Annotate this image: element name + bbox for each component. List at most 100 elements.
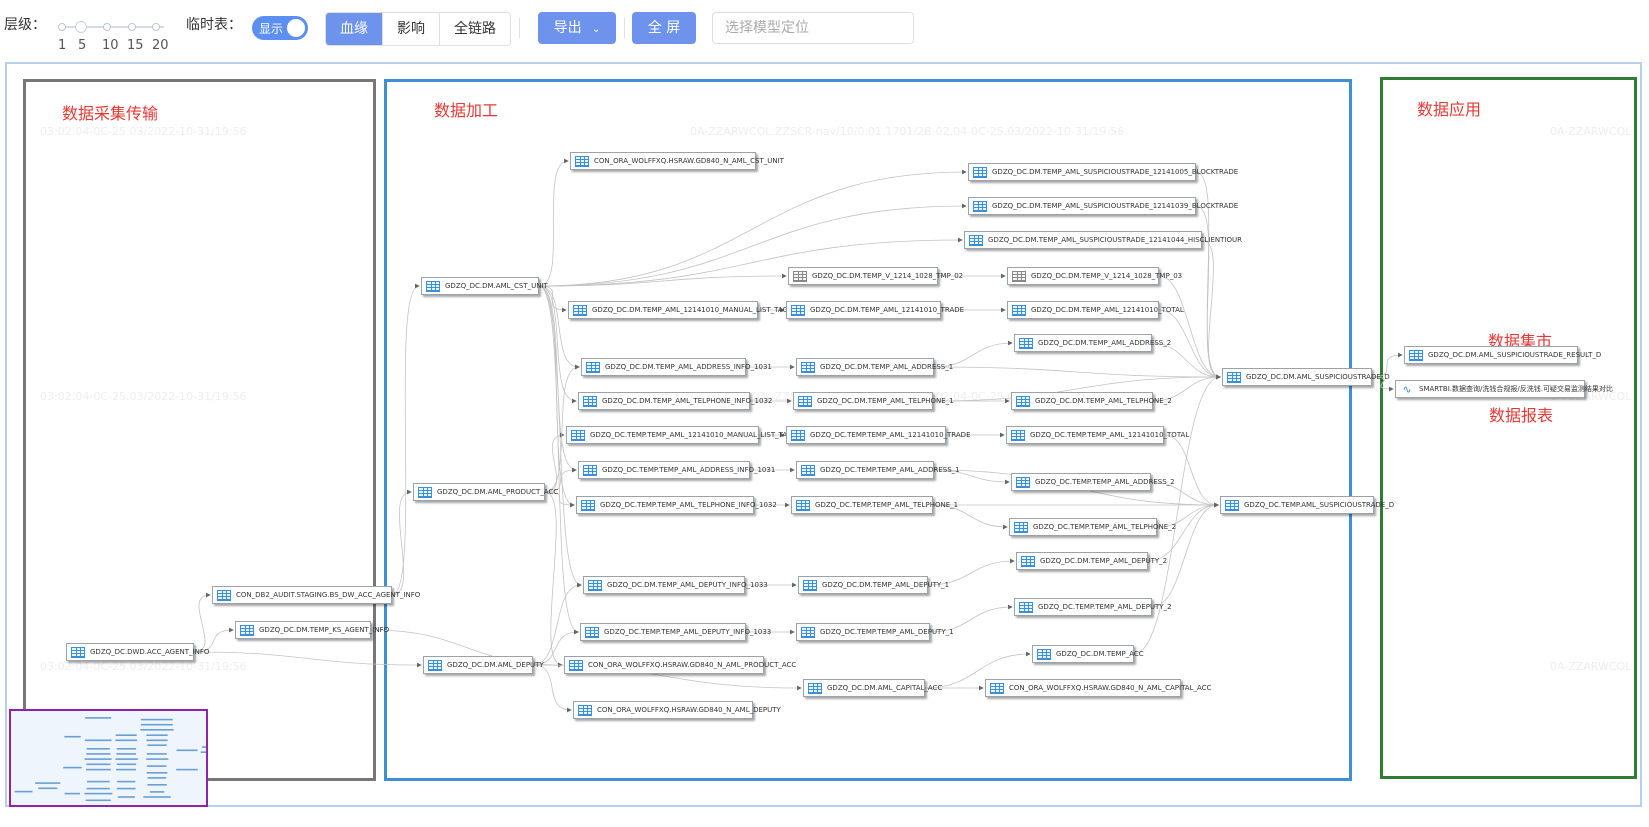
lineage-node[interactable]: GDZQ_DC.DM.AML_PRODUCT_ACC — [413, 483, 558, 501]
lineage-node-label: GDZQ_DC.DM.TEMP_AML_12141010_TOTAL — [1031, 306, 1184, 314]
lineage-node[interactable]: CON_DB2_AUDIT.STAGING.BS_DW_ACC_AGENT_IN… — [212, 586, 420, 604]
lineage-node[interactable]: CON_ORA_WOLFFXQ.HSRAW.GD840_N_AML_CST_UN… — [570, 152, 784, 170]
lineage-node[interactable]: CON_ORA_WOLFFXQ.HSRAW.GD840_N_AML_DEPUTY — [573, 701, 781, 719]
minimap-node — [86, 763, 111, 766]
minimap-node — [86, 787, 110, 790]
lineage-node[interactable]: GDZQ_DC.DM.AML_SUSPICIOUSTRADE_RESULT_D — [1404, 346, 1601, 364]
minimap-node — [84, 758, 112, 760]
table-icon — [583, 395, 597, 407]
lineage-node[interactable]: GDZQ_DC.DM.TEMP_AML_12141010_MANUAL_LIST… — [568, 301, 788, 319]
lineage-node-label: GDZQ_DC.DM.AML_SUSPICIOUSTRADE_RESULT_D — [1428, 351, 1602, 359]
lineage-node[interactable]: GDZQ_DC.TEMP.TEMP_AML_ADDRESS_INFO_1031 — [578, 461, 775, 479]
table-icon — [1225, 499, 1239, 511]
minimap-node — [176, 768, 198, 771]
lineage-node[interactable]: GDZQ_DC.DM.TEMP_AML_ADDRESS_INFO_1031 — [581, 358, 772, 376]
lineage-node-label: GDZQ_DC.DM.AML_CAPITAL_ACC — [827, 684, 943, 692]
lineage-node[interactable]: GDZQ_DC.DM.TEMP_AML_TELPHONE_INFO_1032 — [578, 392, 772, 410]
lineage-node[interactable]: GDZQ_DC.DM.TEMP_ACC — [1032, 645, 1144, 663]
lineage-node[interactable]: GDZQ_DC.DM.TEMP_AML_12141010_TRADE — [786, 301, 964, 319]
lineage-node[interactable]: GDZQ_DC.TEMP.TEMP_AML_12141010_TRADE — [786, 426, 971, 444]
table-icon — [990, 682, 1004, 694]
table-icon — [581, 499, 595, 511]
lineage-node[interactable]: GDZQ_DC.TEMP.TEMP_AML_TELPHONE_INFO_1032 — [576, 496, 777, 514]
lineage-node-label: GDZQ_DC.DM.AML_SUSPICIOUSTRADE_D — [1246, 373, 1390, 381]
export-button[interactable]: 导出 ⌄ — [538, 12, 616, 44]
lineage-node[interactable]: GDZQ_DC.DM.TEMP_AML_SUSPICIOUSTRADE_1214… — [964, 231, 1242, 249]
lineage-node[interactable]: GDZQ_DC.DM.TEMP_AML_DEPUTY_INFO_1033 — [583, 576, 768, 594]
lineage-node-label: GDZQ_DC.DM.AML_DEPUTY — [447, 661, 544, 669]
level-slider-stop[interactable] — [128, 23, 136, 31]
tab-lineage[interactable]: 血缘 — [326, 13, 382, 45]
lineage-node[interactable]: GDZQ_DC.TEMP.TEMP_AML_12141010_TOTAL — [1006, 426, 1189, 444]
lineage-node[interactable]: GDZQ_DC.DM.TEMP_AML_TELPHONE_1 — [793, 392, 954, 410]
lineage-node[interactable]: GDZQ_DC.DM.TEMP_V_1214_1028_TMP_02 — [788, 267, 963, 285]
tab-impact[interactable]: 影响 — [382, 13, 439, 45]
table-icon — [586, 361, 600, 373]
lineage-node[interactable]: GDZQ_DC.TEMP.TEMP_AML_12141010_MANUAL_LI… — [566, 426, 792, 444]
lineage-node[interactable]: GDZQ_DC.DM.TEMP_KS_AGENT_INFO — [235, 621, 389, 639]
minimap-node — [140, 729, 174, 731]
lineage-node[interactable]: GDZQ_DC.DM.TEMP_AML_ADDRESS_2 — [1014, 334, 1171, 352]
lineage-node[interactable]: GDZQ_DC.DM.TEMP_V_1214_1028_TMP_03 — [1007, 267, 1182, 285]
lineage-node[interactable]: GDZQ_DC.TEMP.TEMP_AML_TELPHONE_1 — [791, 496, 958, 514]
lineage-node-label: GDZQ_DC.TEMP.TEMP_AML_12141010_TRADE — [810, 431, 971, 439]
lineage-node[interactable]: GDZQ_DC.DM.AML_DEPUTY — [423, 656, 544, 674]
tab-full-chain[interactable]: 全链路 — [439, 13, 510, 45]
lineage-node[interactable]: ∿ SMARTBI.数据查询/洗钱合规报/反洗钱.可疑交易监测结果对比 — [1395, 380, 1613, 398]
lineage-node[interactable]: GDZQ_DC.DM.TEMP_AML_DEPUTY_2 — [1016, 552, 1167, 570]
minimap-node — [200, 751, 206, 753]
lineage-node[interactable]: GDZQ_DC.TEMP.TEMP_AML_ADDRESS_1 — [796, 461, 960, 479]
lineage-node[interactable]: GDZQ_DC.DM.TEMP_AML_ADDRESS_1 — [796, 358, 953, 376]
minimap-node — [146, 753, 167, 755]
lineage-node[interactable]: GDZQ_DC.DM.TEMP_AML_DEPUTY_1 — [798, 576, 949, 594]
lineage-node[interactable]: GDZQ_DC.DM.TEMP_AML_12141010_TOTAL — [1007, 301, 1184, 319]
level-slider-stop[interactable] — [152, 23, 160, 31]
table-icon — [1011, 429, 1025, 441]
lineage-node[interactable]: GDZQ_DC.TEMP.TEMP_AML_DEPUTY_2 — [1014, 598, 1172, 616]
table-icon — [1016, 395, 1030, 407]
level-slider-stop[interactable] — [58, 23, 66, 31]
lineage-node-label: GDZQ_DC.TEMP.TEMP_AML_TELPHONE_INFO_1032 — [600, 501, 777, 509]
lineage-node-label: CON_ORA_WOLFFXQ.HSRAW.GD840_N_AML_DEPUTY — [597, 706, 781, 714]
export-label: 导出 — [553, 20, 582, 36]
lineage-node[interactable]: GDZQ_DC.DM.AML_CAPITAL_ACC — [803, 679, 942, 697]
zone-title-processing: 数据加工 — [434, 101, 499, 120]
lineage-node-label: GDZQ_DC.DM.TEMP_AML_TELPHONE_2 — [1035, 397, 1172, 405]
lineage-node[interactable]: GDZQ_DC.DM.AML_CST_UNIT — [421, 277, 548, 295]
level-slider-stop[interactable] — [103, 23, 111, 31]
toolbar-divider — [519, 18, 520, 38]
lineage-node-label: GDZQ_DC.DM.TEMP_AML_DEPUTY_2 — [1040, 557, 1168, 565]
fullscreen-button[interactable]: 全 屏 — [632, 12, 696, 44]
lineage-node[interactable]: GDZQ_DC.DM.AML_SUSPICIOUSTRADE_D — [1222, 368, 1390, 386]
minimap-node — [116, 748, 137, 750]
minimap-node — [146, 758, 169, 760]
lineage-node[interactable]: GDZQ_DC.DM.TEMP_AML_SUSPICIOUSTRADE_1214… — [968, 197, 1238, 215]
table-icon — [796, 499, 810, 511]
level-tick: 15 — [127, 38, 144, 53]
lineage-node[interactable]: GDZQ_DC.DWD.ACC_AGENT_INFO — [66, 643, 209, 661]
model-search-input[interactable]: 选择模型定位 — [712, 12, 914, 44]
lineage-node[interactable]: CON_ORA_WOLFFXQ.HSRAW.GD840_N_AML_PRODUC… — [564, 656, 796, 674]
lineage-node[interactable]: GDZQ_DC.DM.TEMP_AML_SUSPICIOUSTRADE_1214… — [968, 163, 1238, 181]
level-slider[interactable] — [58, 20, 168, 33]
minimap[interactable] — [9, 709, 208, 807]
lineage-node-label: GDZQ_DC.DM.TEMP_AML_12141010_MANUAL_LIST… — [592, 306, 788, 314]
lineage-node[interactable]: GDZQ_DC.TEMP.TEMP_AML_TELPHONE_2 — [1009, 518, 1176, 536]
minimap-node — [146, 772, 168, 774]
lineage-node-label: GDZQ_DC.TEMP.TEMP_AML_DEPUTY_1 — [820, 628, 954, 636]
lineage-node[interactable]: GDZQ_DC.TEMP.TEMP_AML_ADDRESS_2 — [1011, 473, 1175, 491]
lineage-node[interactable]: CON_ORA_WOLFFXQ.HSRAW.GD840_N_AML_CAPITA… — [985, 679, 1211, 697]
lineage-node[interactable]: GDZQ_DC.TEMP.TEMP_AML_DEPUTY_INFO_1033 — [580, 623, 771, 641]
table-icon — [418, 486, 432, 498]
lineage-node[interactable]: GDZQ_DC.TEMP.TEMP_AML_DEPUTY_1 — [796, 623, 954, 641]
minimap-node — [14, 790, 33, 793]
minimap-node — [140, 718, 173, 721]
temp-table-toggle[interactable]: 显示 — [252, 16, 308, 40]
level-tick: 1 — [58, 38, 67, 53]
lineage-node-label: GDZQ_DC.TEMP.TEMP_AML_12141010_TOTAL — [1030, 431, 1190, 439]
lineage-node[interactable]: GDZQ_DC.DM.TEMP_AML_TELPHONE_2 — [1011, 392, 1172, 410]
lineage-node[interactable]: GDZQ_DC.TEMP.AML_SUSPICIOUSTRADE_D — [1220, 496, 1394, 514]
level-slider-handle[interactable] — [75, 21, 87, 33]
minimap-node — [87, 780, 110, 783]
lineage-node-label: GDZQ_DC.TEMP.TEMP_AML_ADDRESS_2 — [1035, 478, 1175, 486]
